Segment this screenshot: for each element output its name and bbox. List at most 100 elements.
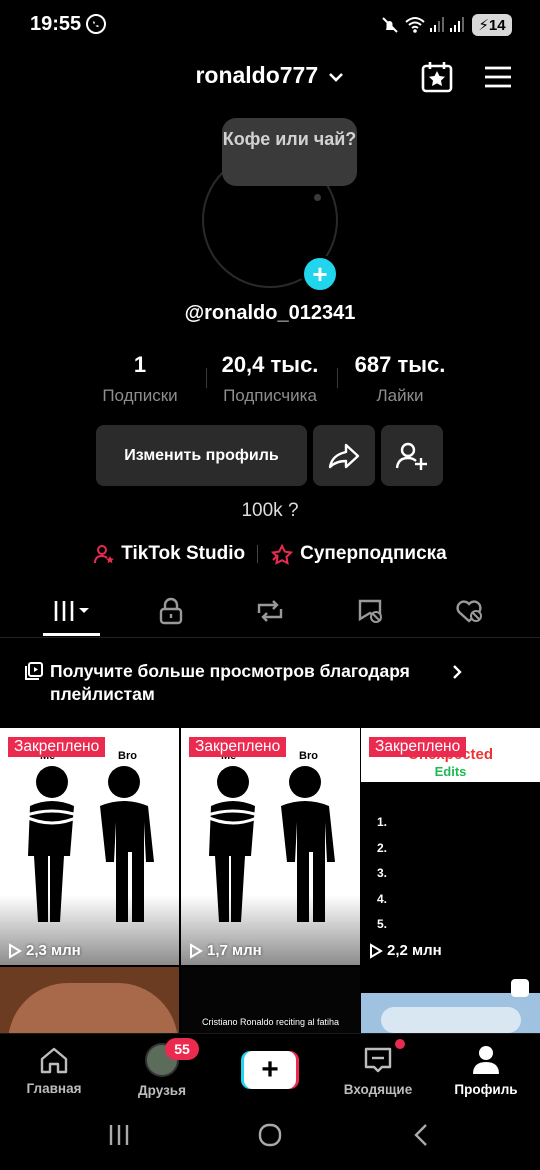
nav-profile-label: Профиль [454, 1081, 518, 1097]
signal-icon-1 [430, 17, 444, 32]
video-thumbnail[interactable]: Cristiano Ronaldo reciting al fatiha [181, 967, 360, 1033]
tiktok-studio-link[interactable]: TikTok Studio [93, 543, 245, 565]
play-icon [190, 942, 203, 959]
multi-image-icon [511, 979, 529, 997]
wifi-icon [405, 17, 425, 33]
nav-friends[interactable]: Друзья [108, 1040, 216, 1100]
account-switcher[interactable]: ronaldo777 [0, 62, 540, 89]
video-caption: Cristiano Ronaldo reciting al fatiha [201, 1017, 340, 1027]
username-label: ronaldo777 [195, 62, 319, 88]
edits-list-item: 5. [377, 917, 388, 931]
view-count: 2,3 млн [8, 942, 81, 959]
recent-apps-icon[interactable] [105, 1122, 133, 1148]
signal-icon-2 [450, 17, 464, 32]
mute-icon [382, 17, 398, 33]
edits-list-item: 2. [377, 840, 388, 855]
videos-grid-icon [54, 601, 89, 621]
profile-bio: 100k ? [241, 500, 299, 521]
add-avatar-button[interactable]: + [301, 255, 339, 293]
inbox-icon [364, 1047, 392, 1072]
nav-home-label: Главная [26, 1080, 82, 1096]
share-icon [328, 443, 360, 468]
tab-videos[interactable] [18, 588, 126, 634]
following-count[interactable]: 1 [80, 352, 200, 378]
super-subscription-label: Суперподписка [300, 543, 447, 564]
links-divider [257, 545, 259, 563]
edit-profile-button[interactable]: Изменить профиль [96, 425, 307, 486]
video-thumbnail[interactable] [361, 967, 540, 1033]
view-count: 2,2 млн [369, 942, 442, 959]
status-bar: 19:55 ⚡ 14 [0, 0, 540, 50]
tab-favorites[interactable] [317, 588, 425, 634]
likes-count: 687 тыс. [354, 352, 446, 377]
lock-icon [159, 597, 183, 625]
add-friend-button[interactable] [381, 425, 443, 486]
nav-profile[interactable]: Профиль [432, 1040, 540, 1100]
video-thumbnail[interactable]: Me Bro Закреплено 2,3 млн [0, 728, 179, 965]
plus-icon: + [244, 1051, 296, 1089]
nav-inbox-label: Входящие [343, 1081, 413, 1097]
play-icon [9, 942, 22, 959]
video-thumbnail[interactable]: Unexpected Edits 1. 2. 3. 4. 5. Закрепле… [361, 728, 540, 965]
pinned-badge: Закреплено [189, 737, 287, 757]
status-time: 19:55 [30, 13, 82, 35]
followers-label: Подписчика [223, 386, 317, 405]
back-icon[interactable] [408, 1122, 436, 1148]
inbox-notification-dot [395, 1039, 405, 1049]
pinned-badge: Закреплено [369, 737, 467, 757]
profile-links: TikTok Studio Суперподписка [0, 540, 540, 568]
playlist-icon [25, 662, 43, 680]
active-tab-indicator [43, 633, 100, 636]
repost-icon [257, 600, 283, 622]
profile-handle: @ronaldo_012341 [184, 302, 356, 324]
chevron-down-icon [328, 73, 343, 82]
video-caption-bro: Bro [299, 750, 318, 762]
nav-friends-label: Друзья [138, 1082, 186, 1098]
bookmark-hidden-icon [358, 599, 382, 623]
tab-liked[interactable] [416, 588, 524, 634]
super-subscription-link[interactable]: Суперподписка [270, 543, 447, 565]
battery-level: 14 [488, 16, 506, 34]
chevron-right-icon[interactable] [450, 662, 464, 682]
playlist-banner-text: Получите больше просмотров благодаря пле… [50, 661, 410, 704]
heart-hidden-icon [456, 600, 482, 623]
home-system-icon[interactable] [256, 1122, 284, 1148]
profile-icon [473, 1045, 499, 1074]
add-user-icon [395, 442, 427, 470]
tiktok-studio-label: TikTok Studio [121, 543, 246, 564]
following-label: Подписки [102, 386, 178, 405]
menu-icon[interactable] [481, 60, 515, 94]
share-profile-button[interactable] [313, 425, 375, 486]
edits-title-line2: Edits [434, 764, 467, 779]
video-caption-bro: Bro [118, 750, 137, 762]
cloud-image [381, 1007, 521, 1033]
friends-badge: 55 [165, 1038, 199, 1060]
nav-inbox[interactable]: Входящие [324, 1040, 432, 1100]
video-thumbnail[interactable] [0, 967, 179, 1033]
followers-count[interactable]: 20,4 тыс. [205, 352, 335, 378]
battery-indicator: ⚡ 14 [472, 14, 512, 36]
create-button: + [241, 1051, 299, 1089]
play-icon [370, 942, 383, 959]
stat-divider [337, 368, 338, 388]
nav-home[interactable]: Главная [0, 1040, 108, 1100]
likes-label: Лайки [376, 386, 424, 405]
calendar-star-icon[interactable] [420, 60, 454, 94]
face-image [8, 983, 178, 1033]
tab-private[interactable] [117, 588, 225, 634]
nav-create[interactable]: + [216, 1040, 324, 1100]
view-count-value: 1,7 млн [207, 942, 262, 959]
edits-list-item: 4. [377, 891, 388, 906]
super-subscription-icon [270, 543, 294, 565]
note-bubble-tail [314, 194, 321, 201]
view-count-value: 2,3 млн [26, 942, 81, 959]
note-bubble[interactable]: Кофе или чай? [222, 118, 357, 186]
whatsapp-icon [86, 14, 106, 34]
tabs-divider [0, 637, 540, 638]
view-count-value: 2,2 млн [387, 942, 442, 959]
edits-list-item: 3. [377, 866, 388, 880]
tab-reposts[interactable] [216, 588, 324, 634]
edits-list-item: 1. [377, 815, 388, 829]
pinned-badge: Закреплено [8, 737, 106, 757]
video-thumbnail[interactable]: Me Bro Закреплено 1,7 млн [181, 728, 360, 965]
